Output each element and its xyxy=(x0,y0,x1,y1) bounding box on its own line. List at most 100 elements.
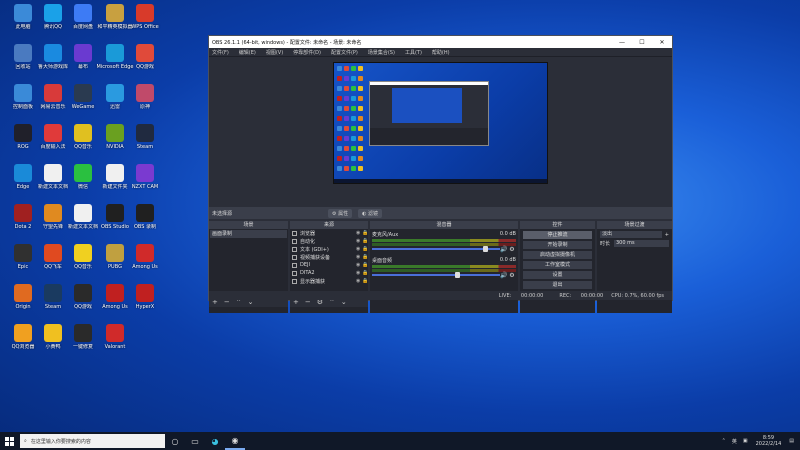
clock-date: 2022/2/14 xyxy=(755,441,782,447)
preview-icon xyxy=(337,156,342,161)
source-item[interactable]: 显示器捕获 ◉ 🔒 xyxy=(290,277,368,285)
minimize-button[interactable]: — xyxy=(612,39,632,46)
desktop-icon[interactable]: Among Us xyxy=(128,244,162,284)
preview-canvas[interactable] xyxy=(333,62,548,184)
tray-chevron-icon[interactable]: ⌃ xyxy=(722,438,726,444)
search-placeholder: 在这里输入你要搜索的内容 xyxy=(30,438,91,445)
lock-icon[interactable]: 🔒 xyxy=(362,254,368,260)
duration-input[interactable]: 300 ms xyxy=(614,240,669,247)
start-button[interactable] xyxy=(0,432,18,450)
volume-meter xyxy=(372,269,516,272)
source-item[interactable]: DITA2 ◉ 🔒 xyxy=(290,269,368,277)
gear-icon[interactable]: ⚙ xyxy=(508,246,516,253)
preview-icon xyxy=(351,96,356,101)
slider-knob[interactable] xyxy=(483,246,488,252)
preview-icon xyxy=(344,96,349,101)
close-button[interactable]: ✕ xyxy=(652,39,672,46)
stop-streaming-button[interactable]: 停止推流 xyxy=(523,231,592,239)
desktop-icon[interactable]: 原神 xyxy=(128,84,162,124)
virtual-camera-button[interactable]: 启动虚拟摄像机 xyxy=(523,251,592,259)
scene-item[interactable]: 画面录制 xyxy=(210,230,287,238)
preview-icon xyxy=(351,66,356,71)
menu-docks[interactable]: 停靠部件(D) xyxy=(293,49,321,56)
clock[interactable]: 8:59 2022/2/14 xyxy=(756,435,782,447)
slider-knob[interactable] xyxy=(455,272,460,278)
menu-edit[interactable]: 编辑(E) xyxy=(239,49,256,56)
source-item[interactable]: 视频捕获设备 ◉ 🔒 xyxy=(290,253,368,261)
source-label: 显示器捕获 xyxy=(300,278,326,285)
desktop-icon[interactable]: HyperX xyxy=(128,284,162,324)
add-transition-button[interactable]: + xyxy=(665,232,669,238)
app-icon xyxy=(74,284,92,302)
taskbar-search[interactable]: ⌕ 在这里输入你要搜索的内容 xyxy=(20,434,165,448)
preview-icon xyxy=(337,66,342,71)
menu-file[interactable]: 文件(F) xyxy=(212,49,229,56)
channel-db: 0.0 dB xyxy=(499,231,516,237)
preview-icon xyxy=(358,96,363,101)
notification-icon[interactable]: ▤ xyxy=(789,438,794,444)
duration-label: 时长 xyxy=(600,241,611,247)
menu-view[interactable]: 视图(V) xyxy=(266,49,283,56)
transition-select[interactable]: 淡出 xyxy=(600,231,662,238)
edge-icon[interactable]: ◕ xyxy=(205,432,225,450)
volume-slider[interactable] xyxy=(372,272,500,278)
preview-icon xyxy=(337,136,342,141)
windows-icon xyxy=(4,436,14,446)
lock-icon[interactable]: 🔒 xyxy=(362,278,368,284)
settings-button[interactable]: 设置 xyxy=(523,271,592,279)
lock-icon[interactable]: 🔒 xyxy=(362,262,368,268)
menu-scene-collection[interactable]: 场景集合(S) xyxy=(368,49,395,56)
app-icon xyxy=(14,204,32,222)
obs-window: OBS 26.1.1 (64-bit, windows) - 配置文件: 未命名… xyxy=(208,35,673,313)
network-icon[interactable]: ▣ xyxy=(743,438,748,444)
task-view-icon[interactable]: ○ xyxy=(165,432,185,450)
ime-indicator[interactable]: 英 xyxy=(732,438,737,445)
desktop-icon[interactable]: QQ游戏 xyxy=(128,44,162,84)
app-icon xyxy=(106,204,124,222)
properties-label: 属性 xyxy=(338,210,349,217)
app-icon xyxy=(14,324,32,342)
menu-profile[interactable]: 配置文件(P) xyxy=(331,49,358,56)
source-item[interactable]: 浏览器 ◉ 🔒 xyxy=(290,229,368,237)
lock-icon[interactable]: 🔒 xyxy=(362,238,368,244)
lock-icon[interactable]: 🔒 xyxy=(362,246,368,252)
desktop-icon-label: Among Us xyxy=(132,264,158,270)
exit-button[interactable]: 退出 xyxy=(523,281,592,289)
desktop-icon[interactable]: NZXT CAM xyxy=(128,164,162,204)
app-icon xyxy=(74,164,92,182)
volume-slider[interactable] xyxy=(372,246,500,252)
maximize-button[interactable]: ☐ xyxy=(632,39,652,46)
source-item[interactable]: DEJI ◉ 🔒 xyxy=(290,261,368,269)
menu-tools[interactable]: 工具(T) xyxy=(405,49,422,56)
speaker-icon[interactable]: 🔊 xyxy=(500,272,508,279)
app-icon xyxy=(44,204,62,222)
controls-header: 控件 xyxy=(520,221,595,229)
desktop-icon[interactable]: WPS Office xyxy=(128,4,162,44)
desktop-icon-label: QQ游戏 xyxy=(136,64,154,70)
sources-header: 来源 xyxy=(290,221,368,229)
obs-taskbar-icon[interactable]: ◉ xyxy=(225,432,245,450)
speaker-icon[interactable]: 🔊 xyxy=(500,246,508,253)
preview-nested-canvas xyxy=(392,88,462,123)
filters-button[interactable]: ◐ 滤镜 xyxy=(358,208,383,218)
studio-mode-button[interactable]: 工作室模式 xyxy=(523,261,592,269)
source-item[interactable]: 文本 (GDI+) ◉ 🔒 xyxy=(290,245,368,253)
properties-button[interactable]: ⚙ 属性 xyxy=(328,208,353,218)
preview-icon xyxy=(344,116,349,121)
gear-icon[interactable]: ⚙ xyxy=(508,272,516,279)
app-icon xyxy=(14,4,32,22)
no-source-label: 未选择源 xyxy=(212,210,233,217)
desktop-icon[interactable]: Valorant xyxy=(98,324,132,364)
lock-icon[interactable]: 🔒 xyxy=(362,270,368,276)
lock-icon[interactable]: 🔒 xyxy=(362,230,368,236)
start-recording-button[interactable]: 开始录制 xyxy=(523,241,592,249)
desktop-icon[interactable]: OBS 录制 xyxy=(128,204,162,244)
source-item[interactable]: 自动化 ◉ 🔒 xyxy=(290,237,368,245)
app-icon xyxy=(74,244,92,262)
desktop-icon[interactable]: Steam xyxy=(128,124,162,164)
app-icon xyxy=(14,84,32,102)
preview-icon xyxy=(358,86,363,91)
preview-icon xyxy=(351,146,356,151)
menu-help[interactable]: 帮助(H) xyxy=(432,49,450,56)
task-switch-icon[interactable]: ▭ xyxy=(185,432,205,450)
